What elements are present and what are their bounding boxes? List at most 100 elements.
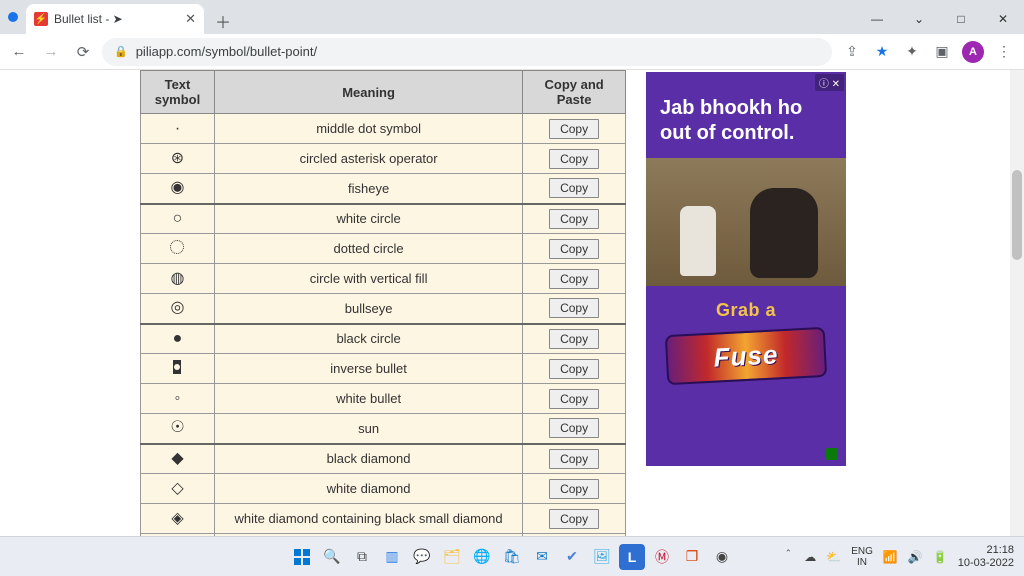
bookmark-star-icon[interactable]: ★ [872,42,892,62]
table-row: ○white circle Copy [141,204,626,234]
meaning-cell: fisheye [214,174,522,204]
col-header-meaning: Meaning [214,71,522,114]
app-l-icon[interactable]: L [619,544,645,570]
todo-icon[interactable]: ✔ [559,544,585,570]
language-indicator[interactable]: ENG IN [851,546,873,568]
extensions-icon[interactable]: ✦ [902,42,922,62]
back-button[interactable]: ← [6,39,32,65]
copy-button[interactable]: Copy [549,418,599,438]
symbol-cell: ◇ [141,474,215,504]
copy-cell: Copy [523,204,626,234]
copy-cell: Copy [523,414,626,444]
volume-icon[interactable]: 🔊 [908,550,923,564]
meaning-cell: white circle [214,204,522,234]
copy-button[interactable]: Copy [549,269,599,289]
chevron-down-icon[interactable]: ⌄ [898,4,940,34]
symbol-cell: ◎ [141,294,215,324]
copy-button[interactable]: Copy [549,509,599,529]
kebab-menu-icon[interactable]: ⋮ [994,42,1014,62]
browser-chrome: ⚡ Bullet list - ➤ ✕ ＋ — ⌄ □ ✕ ← → ⟳ 🔒 pi… [0,0,1024,70]
profile-avatar[interactable]: A [962,41,984,63]
wifi-icon[interactable]: 📶 [883,550,898,564]
meaning-cell: bullseye [214,294,522,324]
copy-cell: Copy [523,444,626,474]
table-row: ◈white diamond containing black small di… [141,504,626,534]
reload-button[interactable]: ⟳ [70,39,96,65]
search-icon[interactable]: 🔍 [319,544,345,570]
meaning-cell: white bullet [214,384,522,414]
copy-button[interactable]: Copy [549,178,599,198]
symbol-cell: ● [141,324,215,354]
symbol-cell: ◉ [141,174,215,204]
forward-button[interactable]: → [38,39,64,65]
minimize-icon[interactable]: — [856,4,898,34]
meaning-cell: circle with vertical fill [214,264,522,294]
copy-button[interactable]: Copy [549,389,599,409]
lang-top: ENG [851,546,873,557]
browser-tab-active[interactable]: ⚡ Bullet list - ➤ ✕ [26,4,204,34]
weather-icon[interactable]: ⛅ [826,550,841,564]
table-row: ◇white diamondCopy [141,474,626,504]
onedrive-icon[interactable]: ☁ [804,550,816,564]
taskbar-tray: ＾ ☁ ⛅ ENG IN 📶 🔊 🔋 21:18 10-03-2022 [782,544,1024,568]
battery-icon[interactable]: 🔋 [933,550,948,564]
copy-button[interactable]: Copy [549,119,599,139]
copy-cell: Copy [523,474,626,504]
symbol-cell [141,234,215,264]
symbol-cell: ○ [141,204,215,234]
new-tab-button[interactable]: ＋ [210,8,236,34]
symbol-cell: ◈ [141,504,215,534]
symbol-cell: ☉ [141,414,215,444]
symbol-table: Text symbol Meaning Copy and Paste ·midd… [140,70,626,536]
task-view-icon[interactable]: ⧉ [349,544,375,570]
chat-icon[interactable]: 💬 [409,544,435,570]
edge-icon[interactable]: 🌐 [469,544,495,570]
copy-button[interactable]: Copy [549,149,599,169]
copy-button[interactable]: Copy [549,239,599,259]
table-row: dotted circleCopy [141,234,626,264]
copy-cell: Copy [523,294,626,324]
table-row: inverse bulletCopy [141,354,626,384]
table-row: ◦white bulletCopy [141,384,626,414]
copy-button[interactable]: Copy [549,298,599,318]
copy-button[interactable]: Copy [549,359,599,379]
copy-button[interactable]: Copy [549,209,599,229]
ad-banner[interactable]: ⓘ ✕ Jab bhookh ho out of control. Grab a… [646,72,846,466]
copy-button[interactable]: Copy [549,449,599,469]
scrollbar-thumb[interactable] [1012,170,1022,260]
address-bar[interactable]: 🔒 piliapp.com/symbol/bullet-point/ [102,38,832,66]
close-icon[interactable]: ✕ [982,4,1024,34]
tab-close-icon[interactable]: ✕ [185,11,196,27]
mcafee-icon[interactable]: Ⓜ [649,544,675,570]
photos-icon[interactable]: 🖼 [589,544,615,570]
mail-icon[interactable]: ✉ [529,544,555,570]
taskbar-clock[interactable]: 21:18 10-03-2022 [958,544,1014,568]
tab-strip: ⚡ Bullet list - ➤ ✕ ＋ — ⌄ □ ✕ [0,0,1024,34]
symbol-cell: ◍ [141,264,215,294]
maximize-icon[interactable]: □ [940,4,982,34]
file-explorer-icon[interactable]: 🗂 [439,544,465,570]
copy-cell: Copy [523,234,626,264]
copy-cell: Copy [523,114,626,144]
symbol-cell: · [141,114,215,144]
copy-button[interactable]: Copy [549,329,599,349]
office-icon[interactable]: ❐ [679,544,705,570]
copy-cell: Copy [523,264,626,294]
table-row: ◎bullseye Copy [141,294,626,324]
inverse-bullet-icon [173,360,181,374]
tray-chevron-icon[interactable]: ＾ [782,548,794,565]
store-icon[interactable]: 🛍 [499,544,525,570]
copy-button[interactable]: Copy [549,479,599,499]
vertical-scrollbar[interactable] [1010,70,1024,536]
windows-taskbar: 🔍 ⧉ ▥ 💬 🗂 🌐 🛍 ✉ ✔ 🖼 L Ⓜ ❐ ◉ ＾ ☁ ⛅ ENG IN… [0,536,1024,576]
table-row: ◍circle with vertical fill Copy [141,264,626,294]
table-row: ●black circleCopy [141,324,626,354]
share-icon[interactable]: ⇪ [842,42,862,62]
symbol-cell: ⊛ [141,144,215,174]
reading-list-icon[interactable]: ▣ [932,42,952,62]
ad-image [646,158,846,286]
start-button[interactable] [289,544,315,570]
ad-info-icon[interactable]: ⓘ ✕ [815,74,844,91]
chrome-taskbar-icon[interactable]: ◉ [709,544,735,570]
widgets-icon[interactable]: ▥ [379,544,405,570]
